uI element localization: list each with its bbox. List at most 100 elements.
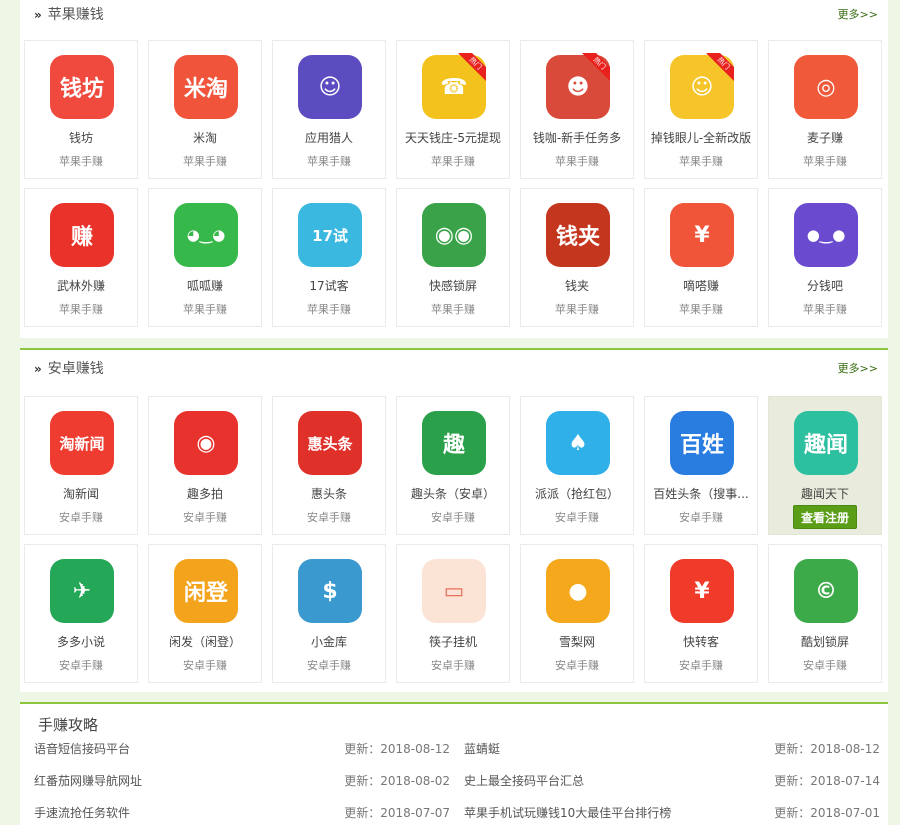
app-icon[interactable]: 闲登 xyxy=(174,559,238,623)
guide-list-item[interactable]: 苹果手机试玩赚钱10大最佳平台排行榜 更新：2018-07-01 xyxy=(464,804,880,820)
guide-item-title[interactable]: 手速流抢任务软件 xyxy=(34,804,130,821)
app-icon[interactable]: ◉ xyxy=(174,411,238,475)
android-app-card[interactable]: $ 小金库 安卓手赚 xyxy=(272,544,386,683)
app-icon[interactable]: 趣闻 xyxy=(794,411,858,475)
app-icon[interactable]: 钱夹 xyxy=(546,203,610,267)
app-name[interactable]: 百姓头条（搜事... xyxy=(649,485,753,502)
app-name[interactable]: 筷子挂机 xyxy=(401,633,505,650)
app-icon[interactable]: ¥ xyxy=(670,559,734,623)
app-name[interactable]: 快转客 xyxy=(649,633,753,650)
apple-app-card[interactable]: ¥ 嘀嗒赚 苹果手赚 xyxy=(644,188,758,327)
app-name[interactable]: 钱夹 xyxy=(525,277,629,294)
app-category: 苹果手赚 xyxy=(431,303,475,316)
apple-app-card[interactable]: ◕‿◕ 呱呱赚 苹果手赚 xyxy=(148,188,262,327)
android-app-card[interactable]: © 酷划锁屏 安卓手赚 xyxy=(768,544,882,683)
apple-app-card[interactable]: ☻ 热门 钱咖-新手任务多 苹果手赚 xyxy=(520,40,634,179)
guide-item-title[interactable]: 红番茄网赚导航网址 xyxy=(34,772,142,789)
app-icon[interactable]: 惠头条 xyxy=(298,411,362,475)
app-name[interactable]: 趣闻天下 xyxy=(773,485,877,502)
app-name[interactable]: 17试客 xyxy=(277,277,381,294)
guide-list-item[interactable]: 语音短信接码平台 更新：2018-08-12 xyxy=(34,740,450,756)
app-name[interactable]: 嘀嗒赚 xyxy=(649,277,753,294)
app-icon[interactable]: $ xyxy=(298,559,362,623)
app-name[interactable]: 掉钱眼儿-全新改版 xyxy=(649,129,753,146)
apple-app-card[interactable]: ☎ 热门 天天钱庄-5元提现 苹果手赚 xyxy=(396,40,510,179)
app-name[interactable]: 天天钱庄-5元提现 xyxy=(401,129,505,146)
app-icon[interactable]: 淘新闻 xyxy=(50,411,114,475)
app-name[interactable]: 淘新闻 xyxy=(29,485,133,502)
android-app-card[interactable]: 百姓 百姓头条（搜事... 安卓手赚 xyxy=(644,396,758,535)
app-name[interactable]: 快感锁屏 xyxy=(401,277,505,294)
app-icon[interactable]: 钱坊 xyxy=(50,55,114,119)
apple-more-link[interactable]: 更多>> xyxy=(838,0,878,30)
app-icon[interactable]: ◕‿◕ xyxy=(174,203,238,267)
app-name[interactable]: 呱呱赚 xyxy=(153,277,257,294)
app-name[interactable]: 酷划锁屏 xyxy=(773,633,877,650)
app-icon[interactable]: 赚 xyxy=(50,203,114,267)
app-icon[interactable]: ● xyxy=(546,559,610,623)
android-app-card[interactable]: 趣闻趣闻天下查看注册 xyxy=(768,396,882,535)
guide-item-title[interactable]: 史上最全接码平台汇总 xyxy=(464,772,584,789)
app-name[interactable]: 惠头条 xyxy=(277,485,381,502)
android-app-card[interactable]: ¥ 快转客 安卓手赚 xyxy=(644,544,758,683)
app-icon[interactable]: ◉◉ xyxy=(422,203,486,267)
apple-app-card[interactable]: ☺ 热门 掉钱眼儿-全新改版 苹果手赚 xyxy=(644,40,758,179)
android-app-card[interactable]: ♠ 派派（抢红包） 安卓手赚 xyxy=(520,396,634,535)
android-app-card[interactable]: 趣趣头条（安卓） 安卓手赚 xyxy=(396,396,510,535)
app-name[interactable]: 钱坊 xyxy=(29,129,133,146)
guide-list-item[interactable]: 史上最全接码平台汇总 更新：2018-07-14 xyxy=(464,772,880,788)
guide-item-title[interactable]: 蓝蜻蜓 xyxy=(464,740,500,757)
apple-app-card[interactable]: 钱夹 钱夹 苹果手赚 xyxy=(520,188,634,327)
apple-app-card[interactable]: ◎ 麦子赚 苹果手赚 xyxy=(768,40,882,179)
apple-app-card[interactable]: 赚武林外赚 苹果手赚 xyxy=(24,188,138,327)
app-name[interactable]: 雪梨网 xyxy=(525,633,629,650)
app-icon[interactable]: ☺ xyxy=(298,55,362,119)
android-app-card[interactable]: 淘新闻 淘新闻 安卓手赚 xyxy=(24,396,138,535)
android-app-card[interactable]: ● 雪梨网 安卓手赚 xyxy=(520,544,634,683)
app-icon[interactable]: 米淘 xyxy=(174,55,238,119)
app-icon-glyph: 米淘 xyxy=(183,77,228,102)
app-icon[interactable]: ♠ xyxy=(546,411,610,475)
app-icon[interactable]: ¥ xyxy=(670,203,734,267)
apple-app-card[interactable]: ●‿● 分钱吧 苹果手赚 xyxy=(768,188,882,327)
app-icon[interactable]: 17试 xyxy=(298,203,362,267)
guide-list-item[interactable]: 手速流抢任务软件 更新：2018-07-07 xyxy=(34,804,450,820)
app-name[interactable]: 派派（抢红包） xyxy=(525,485,629,502)
app-name[interactable]: 趣头条（安卓） xyxy=(401,485,505,502)
android-section: » 安卓赚钱 更多>> 淘新闻 淘新闻 安卓手赚 ◉ 趣多拍 安卓手赚 惠头条 惠头条 安卓手赚趣… xyxy=(20,348,888,692)
app-icon[interactable]: 百姓 xyxy=(670,411,734,475)
app-icon[interactable]: ▭ xyxy=(422,559,486,623)
app-name[interactable]: 分钱吧 xyxy=(773,277,877,294)
app-name[interactable]: 武林外赚 xyxy=(29,277,133,294)
app-name[interactable]: 多多小说 xyxy=(29,633,133,650)
android-more-link[interactable]: 更多>> xyxy=(838,354,878,384)
app-name[interactable]: 钱咖-新手任务多 xyxy=(525,129,629,146)
android-app-card[interactable]: ✈ 多多小说 安卓手赚 xyxy=(24,544,138,683)
guide-item-title[interactable]: 语音短信接码平台 xyxy=(34,740,130,757)
app-icon-glyph: ♠ xyxy=(568,430,588,456)
view-register-button[interactable]: 查看注册 xyxy=(793,505,857,529)
android-app-card[interactable]: ▭ 筷子挂机 安卓手赚 xyxy=(396,544,510,683)
app-icon[interactable]: ✈ xyxy=(50,559,114,623)
android-app-card[interactable]: 闲登 闲发（闲登） 安卓手赚 xyxy=(148,544,262,683)
apple-app-card[interactable]: ☺ 应用猎人 苹果手赚 xyxy=(272,40,386,179)
apple-app-card[interactable]: 17试 17试客 苹果手赚 xyxy=(272,188,386,327)
app-name[interactable]: 趣多拍 xyxy=(153,485,257,502)
apple-app-card[interactable]: 钱坊 钱坊 苹果手赚 xyxy=(24,40,138,179)
app-name[interactable]: 麦子赚 xyxy=(773,129,877,146)
apple-app-card[interactable]: 米淘 米淘 苹果手赚 xyxy=(148,40,262,179)
guide-item-title[interactable]: 苹果手机试玩赚钱10大最佳平台排行榜 xyxy=(464,804,671,821)
guide-list-item[interactable]: 蓝蜻蜓 更新：2018-08-12 xyxy=(464,740,880,756)
apple-app-card[interactable]: ◉◉ 快感锁屏苹果手赚 xyxy=(396,188,510,327)
app-icon[interactable]: © xyxy=(794,559,858,623)
app-icon[interactable]: 趣 xyxy=(422,411,486,475)
android-app-card[interactable]: ◉ 趣多拍 安卓手赚 xyxy=(148,396,262,535)
android-app-card[interactable]: 惠头条 惠头条 安卓手赚 xyxy=(272,396,386,535)
guide-list-item[interactable]: 红番茄网赚导航网址 更新：2018-08-02 xyxy=(34,772,450,788)
app-name[interactable]: 米淘 xyxy=(153,129,257,146)
app-name[interactable]: 闲发（闲登） xyxy=(153,633,257,650)
app-name[interactable]: 应用猎人 xyxy=(277,129,381,146)
app-icon[interactable]: ◎ xyxy=(794,55,858,119)
app-icon[interactable]: ●‿● xyxy=(794,203,858,267)
app-name[interactable]: 小金库 xyxy=(277,633,381,650)
